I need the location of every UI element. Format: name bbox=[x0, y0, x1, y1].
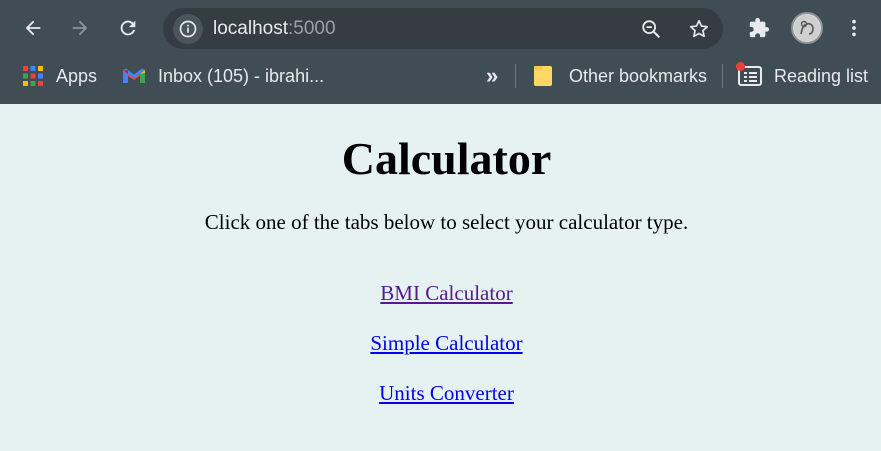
url-host: localhost bbox=[213, 18, 288, 39]
bookmark-star-icon[interactable] bbox=[687, 17, 711, 41]
profile-avatar[interactable] bbox=[791, 12, 823, 44]
bookmark-apps-label: Apps bbox=[56, 65, 98, 86]
gmail-icon bbox=[122, 67, 146, 85]
simple-calculator-link[interactable]: Simple Calculator bbox=[6, 331, 881, 356]
folder-icon bbox=[533, 65, 553, 87]
reload-icon bbox=[120, 20, 136, 36]
menu-button[interactable] bbox=[838, 12, 870, 44]
more-vert-icon bbox=[852, 19, 856, 37]
back-button[interactable] bbox=[17, 12, 49, 44]
simple-calculator-label[interactable]: Simple Calculator bbox=[370, 331, 522, 355]
bookmark-gmail[interactable]: Inbox (105) - ibrahi... bbox=[122, 60, 324, 92]
apps-grid-icon bbox=[22, 65, 44, 87]
page-content: Calculator Click one of the tabs below t… bbox=[0, 104, 881, 451]
bookmark-apps[interactable]: Apps bbox=[22, 60, 97, 92]
bookmark-other-label: Other bookmarks bbox=[569, 65, 708, 86]
puzzle-icon bbox=[749, 17, 770, 38]
forward-button[interactable] bbox=[64, 12, 96, 44]
notification-dot-icon bbox=[736, 62, 745, 71]
reading-list-button[interactable]: Reading list bbox=[736, 60, 869, 92]
bookmark-other[interactable]: Other bookmarks bbox=[533, 60, 707, 92]
bookmarks-divider bbox=[515, 64, 516, 88]
units-converter-link[interactable]: Units Converter bbox=[6, 381, 881, 406]
bmi-calculator-link[interactable]: BMI Calculator bbox=[6, 281, 881, 306]
units-converter-label[interactable]: Units Converter bbox=[379, 381, 514, 405]
address-bar[interactable]: localhost:5000 bbox=[163, 8, 723, 49]
reload-button[interactable] bbox=[112, 12, 144, 44]
arrow-right-icon bbox=[72, 20, 88, 36]
reading-list-icon bbox=[736, 62, 762, 87]
bmi-calculator-label[interactable]: BMI Calculator bbox=[380, 281, 512, 305]
intro-text: Click one of the tabs below to select yo… bbox=[204, 210, 689, 234]
overflow-chevron-label: » bbox=[486, 63, 499, 88]
url-port: :5000 bbox=[288, 18, 336, 39]
url-text[interactable]: localhost:5000 bbox=[213, 18, 336, 40]
site-info-icon[interactable] bbox=[173, 14, 203, 44]
bookmark-gmail-label: Inbox (105) - ibrahi... bbox=[158, 65, 325, 86]
zoom-out-icon[interactable] bbox=[639, 17, 663, 41]
page-title: Calculator bbox=[341, 133, 552, 184]
bookmarks-divider-2 bbox=[722, 64, 723, 88]
bookmarks-overflow-button[interactable]: » bbox=[486, 60, 498, 92]
arrow-left-icon bbox=[25, 20, 41, 36]
extensions-button[interactable] bbox=[743, 12, 775, 44]
avatar-image-icon bbox=[794, 15, 820, 41]
reading-list-label: Reading list bbox=[774, 65, 869, 86]
